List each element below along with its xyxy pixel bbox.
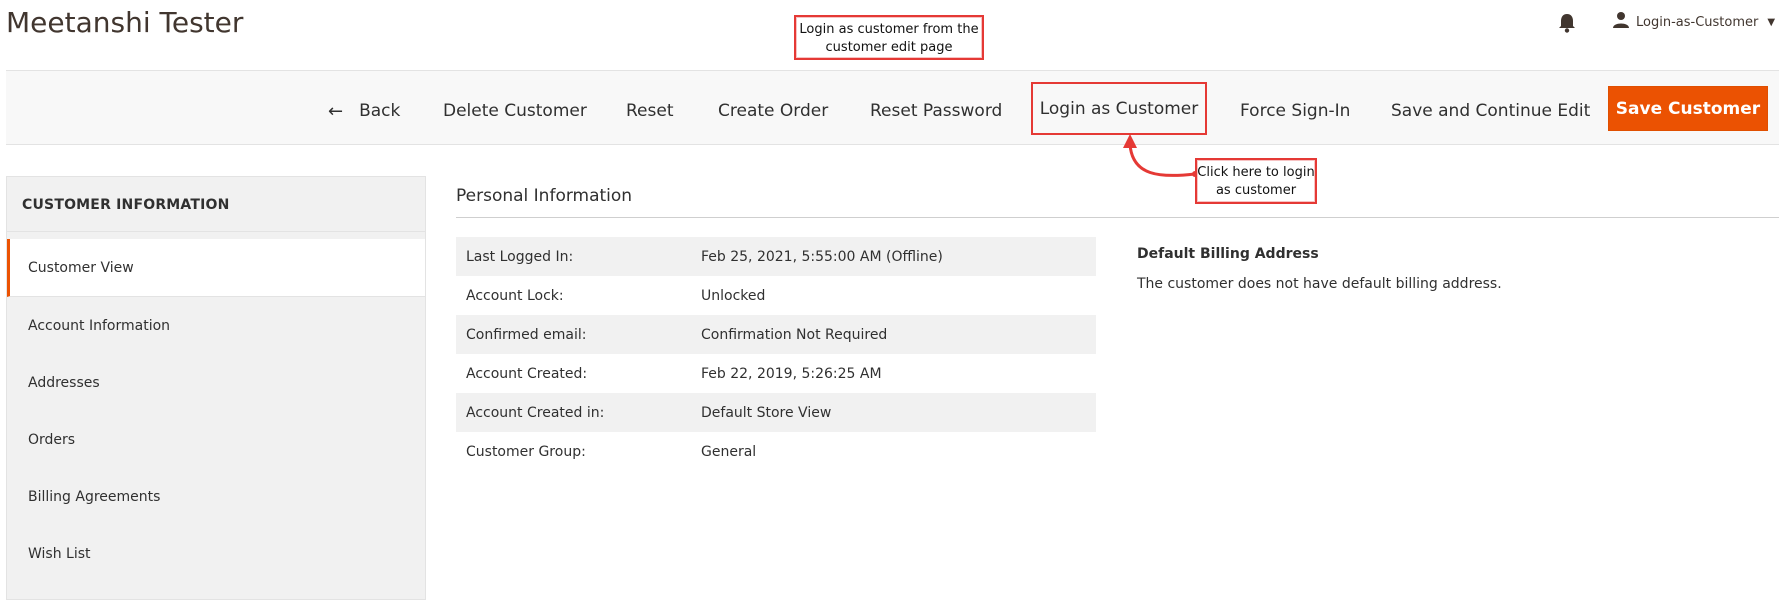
row-label: Account Lock:	[466, 287, 564, 304]
sidebar-title: CUSTOMER INFORMATION	[22, 197, 230, 213]
row-label: Last Logged In:	[466, 248, 574, 265]
row-value: Unlocked	[701, 287, 766, 304]
user-icon	[1612, 11, 1630, 33]
login-as-customer-button[interactable]: Login as Customer	[1031, 82, 1207, 135]
sidebar-item-customer-view[interactable]: Customer View	[7, 239, 425, 297]
row-value: Confirmation Not Required	[701, 326, 888, 343]
personal-info-table: Last Logged In: Feb 25, 2021, 5:55:00 AM…	[456, 237, 1096, 471]
row-value: Default Store View	[701, 404, 832, 421]
user-menu[interactable]: Login-as-Customer ▼	[1612, 10, 1775, 34]
sidebar-item-addresses[interactable]: Addresses	[7, 354, 425, 411]
table-row: Customer Group: General	[456, 432, 1096, 471]
user-name: Login-as-Customer	[1636, 14, 1759, 30]
save-and-continue-button[interactable]: Save and Continue Edit	[1391, 91, 1590, 131]
reset-password-button[interactable]: Reset Password	[870, 91, 1002, 131]
table-row: Account Created: Feb 22, 2019, 5:26:25 A…	[456, 354, 1096, 393]
section-title: Personal Information	[456, 186, 633, 206]
sidebar-item-account-information[interactable]: Account Information	[7, 297, 425, 354]
table-row: Account Created in: Default Store View	[456, 393, 1096, 432]
billing-address-title: Default Billing Address	[1137, 246, 1319, 262]
caret-down-icon: ▼	[1767, 16, 1776, 28]
row-value: General	[701, 443, 757, 460]
row-label: Account Created in:	[466, 404, 605, 421]
row-value: Feb 25, 2021, 5:55:00 AM (Offline)	[701, 248, 943, 265]
annotation-side-note: Click here to login as customer	[1195, 158, 1317, 204]
table-row: Last Logged In: Feb 25, 2021, 5:55:00 AM…	[456, 237, 1096, 276]
sidebar-item-wish-list[interactable]: Wish List	[7, 525, 425, 582]
back-label: Back	[359, 101, 401, 121]
section-divider	[456, 217, 1779, 218]
create-order-button[interactable]: Create Order	[718, 91, 828, 131]
row-label: Customer Group:	[466, 443, 586, 460]
page-title: Meetanshi Tester	[6, 6, 244, 39]
row-label: Account Created:	[466, 365, 588, 382]
delete-customer-button[interactable]: Delete Customer	[443, 91, 587, 131]
table-row: Confirmed email: Confirmation Not Requir…	[456, 315, 1096, 354]
annotation-top-note: Login as customer from the customer edit…	[794, 15, 984, 60]
billing-address-text: The customer does not have default billi…	[1137, 276, 1502, 292]
bell-icon[interactable]	[1557, 12, 1577, 34]
sidebar-item-billing-agreements[interactable]: Billing Agreements	[7, 468, 425, 525]
reset-button[interactable]: Reset	[626, 91, 674, 131]
customer-info-sidebar: CUSTOMER INFORMATION Customer View Accou…	[6, 176, 426, 600]
arrow-left-icon: ←	[328, 100, 344, 122]
save-customer-button[interactable]: Save Customer	[1608, 86, 1768, 131]
back-button[interactable]: ← Back	[328, 91, 400, 131]
page-actions-toolbar: ← Back Delete Customer Reset Create Orde…	[6, 70, 1779, 145]
row-label: Confirmed email:	[466, 326, 587, 343]
force-sign-in-button[interactable]: Force Sign-In	[1240, 91, 1350, 131]
row-value: Feb 22, 2019, 5:26:25 AM	[701, 365, 882, 382]
annotation-arrow	[1123, 134, 1198, 177]
sidebar-item-orders[interactable]: Orders	[7, 411, 425, 468]
sidebar-divider	[7, 231, 425, 232]
table-row: Account Lock: Unlocked	[456, 276, 1096, 315]
